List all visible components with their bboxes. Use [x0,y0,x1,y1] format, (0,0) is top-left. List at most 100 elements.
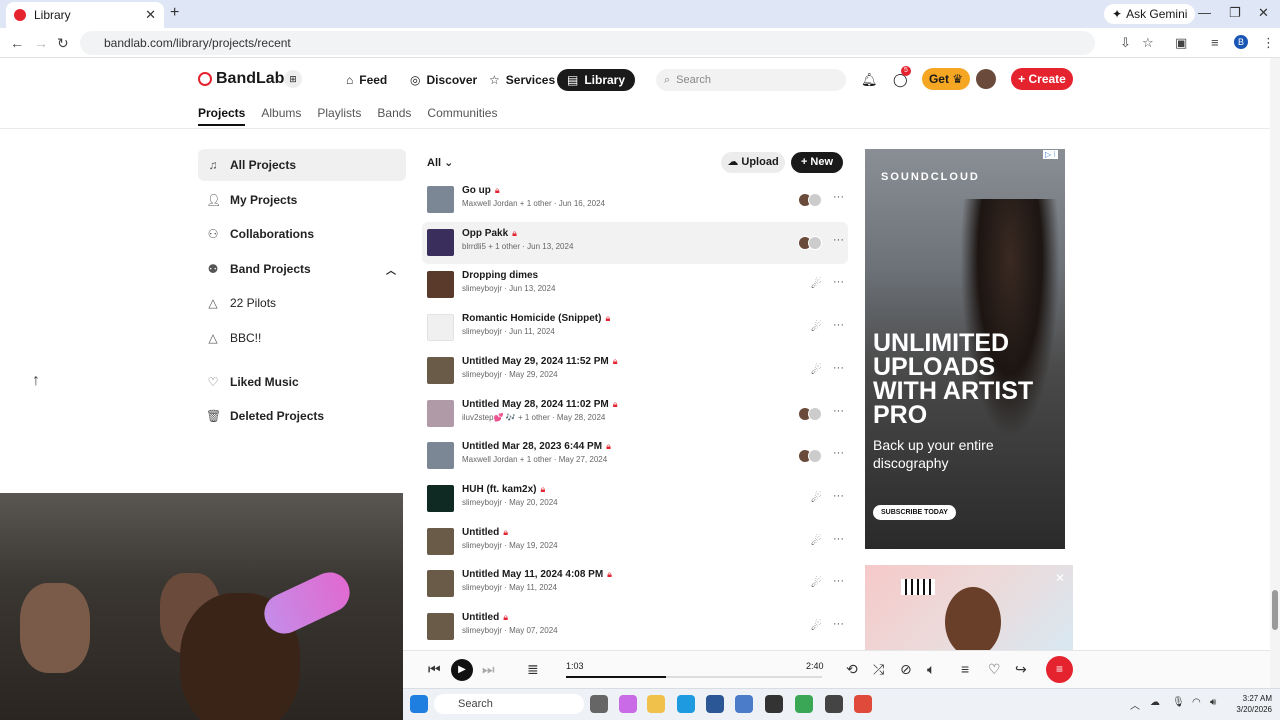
store-icon[interactable] [706,695,724,713]
more-options-icon[interactable]: ··· [833,405,844,417]
project-owner[interactable]: slimeyboyjr [462,284,502,293]
project-row[interactable]: Go up 🔒︎ Maxwell Jordan + 1 other · Jun 16… [422,179,848,221]
next-track-icon[interactable]: ⏭ [482,661,495,678]
browser-tab[interactable]: Library ✕ [6,2,164,28]
project-thumbnail[interactable] [427,356,454,384]
collaborator-avatars[interactable] [798,235,824,250]
new-project-button[interactable]: + New [791,152,843,173]
chrome-icon[interactable] [795,695,813,713]
close-tab-icon[interactable]: ✕ [145,7,156,23]
windows-start-icon[interactable] [410,695,428,713]
more-options-icon[interactable]: ··· [833,618,844,630]
nav-feed[interactable]: ⌂ Feed [336,69,397,91]
project-thumbnail[interactable] [427,271,454,299]
chatgpt-icon[interactable] [765,695,783,713]
collaborator-avatars[interactable] [798,406,824,421]
mic-icon[interactable]: 🎙︎ [1172,697,1185,708]
collab-invite-icon[interactable]: ☄ [811,491,822,505]
bell-icon[interactable]: 🔔︎ [861,72,878,88]
filter-dropdown[interactable]: All ⌄ [427,156,453,169]
project-thumbnail[interactable] [427,399,454,427]
project-thumbnail[interactable] [427,527,454,555]
file-explorer-icon[interactable] [647,695,665,713]
project-owner[interactable]: blrrdli5 + 1 other [462,242,520,251]
collaborator-avatars[interactable] [798,449,824,464]
more-options-icon[interactable]: ··· [833,234,844,246]
sidebar-item-all-projects[interactable]: ♫ All Projects [198,149,406,181]
sidebar-item-bbc[interactable]: △ BBC!! [198,322,406,354]
queue-icon[interactable]: ≣ [527,661,539,678]
close-window-icon[interactable]: ✕ [1258,5,1269,21]
promo-ad[interactable]: ✕ [865,565,1073,650]
project-row[interactable]: Romantic Homicide (Snippet) 🔒︎ slimeyboyjr… [422,307,848,349]
apps-grid-icon[interactable]: ⊞ [284,70,302,88]
wifi-icon[interactable]: ◠ [1192,697,1201,708]
forward-icon[interactable]: → [34,35,48,51]
project-thumbnail[interactable] [427,570,454,598]
project-row[interactable]: Opp Pakk 🔒︎ blrrdli5 + 1 other · Jun 13, 2… [422,221,848,264]
project-owner[interactable]: iluv2step💕 🎶 + 1 other [462,413,550,422]
project-owner[interactable]: Maxwell Jordan + 1 other [462,455,552,464]
project-title[interactable]: Untitled May 11, 2024 4:08 PM 🔒︎ [462,569,612,580]
project-thumbnail[interactable] [427,186,454,213]
page-scrollbar[interactable] [1270,58,1280,688]
soundcloud-ad[interactable]: ▷ ⁝ SOUNDCLOUD UNLIMITED UPLOADS WITH AR… [865,149,1065,549]
project-thumbnail[interactable] [427,484,454,512]
shuffle-icon[interactable]: ⤮ [873,661,884,678]
bandlab-logo[interactable]: BandLab [198,70,284,88]
project-title[interactable]: Romantic Homicide (Snippet) 🔒︎ [462,313,610,324]
project-owner[interactable]: slimeyboyjr [462,370,502,379]
sidebar-item-my-projects[interactable]: 👤︎ My Projects [198,184,406,216]
collab-invite-icon[interactable]: ☄ [811,576,822,590]
collab-invite-icon[interactable]: ☄ [811,363,822,377]
project-owner[interactable]: slimeyboyjr [462,498,502,507]
collaborator-avatars[interactable] [798,193,824,207]
install-app-icon[interactable]: ⇩ [1120,35,1131,51]
project-title[interactable]: HUH (ft. kam2x) 🔒︎ [462,484,545,495]
tab-albums[interactable]: Albums [261,106,301,126]
play-button[interactable]: ▶ [451,659,473,681]
project-thumbnail[interactable] [427,228,454,256]
ad-subscribe-button[interactable]: SUBSCRIBE TODAY [873,505,956,520]
player-menu-icon[interactable]: ≡ [1046,656,1073,683]
more-options-icon[interactable]: ··· [833,447,844,459]
project-thumbnail[interactable] [427,314,454,342]
taskbar-search[interactable]: Search [434,694,584,714]
mail-icon[interactable] [735,695,753,713]
project-owner[interactable]: Maxwell Jordan + 1 other [462,199,552,208]
project-row[interactable]: Untitled May 28, 2024 11:02 PM 🔒︎ iluv2ste… [422,393,848,435]
app-icon[interactable] [825,695,843,713]
reload-icon[interactable]: ↻ [57,35,69,52]
get-membership-button[interactable]: Get ♛ [922,68,970,90]
project-title[interactable]: Go up 🔒︎ [462,185,500,196]
chevron-up-icon[interactable]: ︿ [386,262,396,277]
tab-projects[interactable]: Projects [198,106,246,126]
project-owner[interactable]: slimeyboyjr [462,541,502,550]
close-ad-icon[interactable]: ✕ [1055,571,1065,585]
copilot-icon[interactable] [619,695,637,713]
project-title[interactable]: Untitled May 28, 2024 11:02 PM 🔒︎ [462,399,618,410]
more-options-icon[interactable]: ··· [833,362,844,374]
collab-invite-icon[interactable]: ☄ [811,277,822,291]
collab-invite-icon[interactable]: ☄ [811,619,822,633]
progress-track[interactable] [566,676,822,678]
like-heart-icon[interactable]: ♡ [988,661,1001,678]
project-row[interactable]: Untitled May 29, 2024 11:52 PM 🔒︎ slimeybo… [422,350,848,392]
sidebar-item-22-pilots[interactable]: △ 22 Pilots [198,287,406,319]
ask-gemini-button[interactable]: ✦ Ask Gemini [1104,4,1196,24]
collab-invite-icon[interactable]: ☄ [811,320,822,334]
taskbar-clock[interactable]: 3:27 AM 3/20/2026 [1228,693,1272,715]
split-view-icon[interactable]: ▣ [1175,35,1187,51]
upload-button[interactable]: ☁ Upload [721,152,785,173]
project-title[interactable]: Opp Pakk 🔒︎ [462,228,517,239]
back-icon[interactable]: ← [10,35,24,51]
tab-communities[interactable]: Communities [427,106,497,126]
project-title[interactable]: Untitled May 29, 2024 11:52 PM 🔒︎ [462,356,618,367]
previous-track-icon[interactable]: ⏮ [428,661,441,678]
more-options-icon[interactable]: ··· [833,575,844,587]
task-view-icon[interactable] [590,695,608,713]
create-button[interactable]: + Create [1011,68,1073,90]
project-title[interactable]: Untitled 🔒︎ [462,612,508,623]
scrollbar-thumb[interactable] [1272,590,1278,630]
add-to-queue-icon[interactable]: ≡ [961,661,969,677]
